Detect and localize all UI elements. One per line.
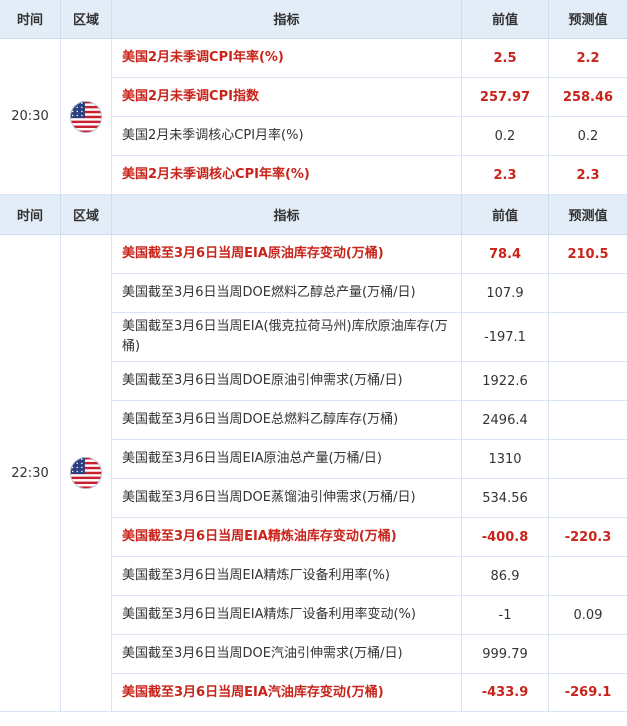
forecast-value: 210.5 (549, 235, 627, 274)
table-row: 美国截至3月6日当周EIA精炼油库存变动(万桶) -400.8 -220.3 (112, 518, 627, 557)
indicator-cell: 美国截至3月6日当周EIA精炼厂设备利用率(%) (112, 557, 462, 596)
indicator-cell: 美国2月未季调核心CPI月率(%) (112, 117, 462, 156)
table-row: 美国截至3月6日当周DOE原油引伸需求(万桶/日) 1922.6 (112, 362, 627, 401)
table-row: 美国2月未季调CPI指数 257.97 258.46 (112, 78, 627, 117)
previous-value: 2.5 (462, 39, 549, 78)
time-label: 22:30 (11, 465, 49, 481)
header-indicator: 指标 (112, 0, 462, 39)
section-rows: 美国截至3月6日当周EIA原油库存变动(万桶) 78.4 210.5 美国截至3月6日… (112, 235, 627, 712)
indicator-cell: 美国2月未季调CPI指数 (112, 78, 462, 117)
forecast-value: -269.1 (549, 674, 627, 712)
forecast-value: -220.3 (549, 518, 627, 557)
table-header-row: 时间 区域 指标 前值 预测值 (0, 195, 627, 235)
previous-value: -400.8 (462, 518, 549, 557)
section-region (61, 39, 112, 195)
forecast-value (549, 479, 627, 518)
forecast-value (549, 274, 627, 313)
table-row: 美国截至3月6日当周DOE蒸馏油引伸需求(万桶/日) 534.56 (112, 479, 627, 518)
forecast-value: 0.09 (549, 596, 627, 635)
section-region (61, 235, 112, 712)
previous-value: 534.56 (462, 479, 549, 518)
indicator-cell: 美国截至3月6日当周EIA精炼油库存变动(万桶) (112, 518, 462, 557)
section-rows: 美国2月未季调CPI年率(%) 2.5 2.2 美国2月未季调CPI指数 257.97 2… (112, 39, 627, 195)
indicator-cell: 美国截至3月6日当周DOE蒸馏油引伸需求(万桶/日) (112, 479, 462, 518)
forecast-value (549, 440, 627, 479)
header-indicator: 指标 (112, 195, 462, 235)
forecast-value: 2.2 (549, 39, 627, 78)
indicator-cell: 美国截至3月6日当周DOE总燃料乙醇库存(万桶) (112, 401, 462, 440)
table-row: 美国2月未季调核心CPI月率(%) 0.2 0.2 (112, 117, 627, 156)
header-forecast: 预测值 (549, 0, 627, 39)
previous-value: 257.97 (462, 78, 549, 117)
forecast-value (549, 362, 627, 401)
forecast-value (549, 557, 627, 596)
table-header-row: 时间 区域 指标 前值 预测值 (0, 0, 627, 39)
previous-value: 2496.4 (462, 401, 549, 440)
us-flag-icon (70, 100, 102, 133)
indicator-cell: 美国截至3月6日当周EIA(俄克拉荷马州)库欣原油库存(万桶) (112, 313, 462, 362)
indicator-cell: 美国2月未季调核心CPI年率(%) (112, 156, 462, 195)
forecast-value: 0.2 (549, 117, 627, 156)
table-row: 美国截至3月6日当周EIA原油总产量(万桶/日) 1310 (112, 440, 627, 479)
table-row: 美国截至3月6日当周EIA原油库存变动(万桶) 78.4 210.5 (112, 235, 627, 274)
economic-calendar-table: 时间 区域 指标 前值 预测值 20:30 美国2月未季调CPI年率(%) 2.5 2.2 美国2… (0, 0, 627, 712)
indicator-cell: 美国截至3月6日当周EIA原油总产量(万桶/日) (112, 440, 462, 479)
table-row: 美国2月未季调核心CPI年率(%) 2.3 2.3 (112, 156, 627, 195)
header-time: 时间 (0, 0, 61, 39)
table-row: 美国截至3月6日当周EIA(俄克拉荷马州)库欣原油库存(万桶) -197.1 (112, 313, 627, 362)
forecast-value (549, 635, 627, 674)
forecast-value: 258.46 (549, 78, 627, 117)
previous-value: -433.9 (462, 674, 549, 712)
forecast-value (549, 401, 627, 440)
indicator-cell: 美国截至3月6日当周DOE汽油引伸需求(万桶/日) (112, 635, 462, 674)
indicator-cell: 美国截至3月6日当周EIA精炼厂设备利用率变动(%) (112, 596, 462, 635)
section-group: 20:30 美国2月未季调CPI年率(%) 2.5 2.2 美国2月未季调CPI指数 25… (0, 39, 627, 195)
header-previous: 前值 (462, 195, 549, 235)
previous-value: 1922.6 (462, 362, 549, 401)
header-previous: 前值 (462, 0, 549, 39)
previous-value: 78.4 (462, 235, 549, 274)
indicator-cell: 美国截至3月6日当周EIA原油库存变动(万桶) (112, 235, 462, 274)
previous-value: 86.9 (462, 557, 549, 596)
header-forecast: 预测值 (549, 195, 627, 235)
table-row: 美国截至3月6日当周EIA精炼厂设备利用率(%) 86.9 (112, 557, 627, 596)
indicator-cell: 美国2月未季调CPI年率(%) (112, 39, 462, 78)
table-row: 美国截至3月6日当周EIA精炼厂设备利用率变动(%) -1 0.09 (112, 596, 627, 635)
indicator-cell: 美国截至3月6日当周DOE原油引伸需求(万桶/日) (112, 362, 462, 401)
header-region: 区域 (61, 0, 112, 39)
previous-value: -1 (462, 596, 549, 635)
indicator-cell: 美国截至3月6日当周EIA汽油库存变动(万桶) (112, 674, 462, 712)
previous-value: 999.79 (462, 635, 549, 674)
table-row: 美国2月未季调CPI年率(%) 2.5 2.2 (112, 39, 627, 78)
header-time: 时间 (0, 195, 61, 235)
table-row: 美国截至3月6日当周DOE总燃料乙醇库存(万桶) 2496.4 (112, 401, 627, 440)
time-label: 20:30 (11, 109, 49, 124)
previous-value: 1310 (462, 440, 549, 479)
table-row: 美国截至3月6日当周DOE燃料乙醇总产量(万桶/日) 107.9 (112, 274, 627, 313)
previous-value: 2.3 (462, 156, 549, 195)
previous-value: -197.1 (462, 313, 549, 362)
section-time: 22:30 (0, 235, 61, 712)
forecast-value (549, 313, 627, 362)
forecast-value: 2.3 (549, 156, 627, 195)
table-row: 美国截至3月6日当周DOE汽油引伸需求(万桶/日) 999.79 (112, 635, 627, 674)
previous-value: 107.9 (462, 274, 549, 313)
section-group: 22:30 美国截至3月6日当周EIA原油库存变动(万桶) 78.4 210.5 美国截… (0, 235, 627, 712)
indicator-cell: 美国截至3月6日当周DOE燃料乙醇总产量(万桶/日) (112, 274, 462, 313)
table-row: 美国截至3月6日当周EIA汽油库存变动(万桶) -433.9 -269.1 (112, 674, 627, 712)
us-flag-icon (70, 457, 102, 489)
previous-value: 0.2 (462, 117, 549, 156)
section-time: 20:30 (0, 39, 61, 195)
header-region: 区域 (61, 195, 112, 235)
